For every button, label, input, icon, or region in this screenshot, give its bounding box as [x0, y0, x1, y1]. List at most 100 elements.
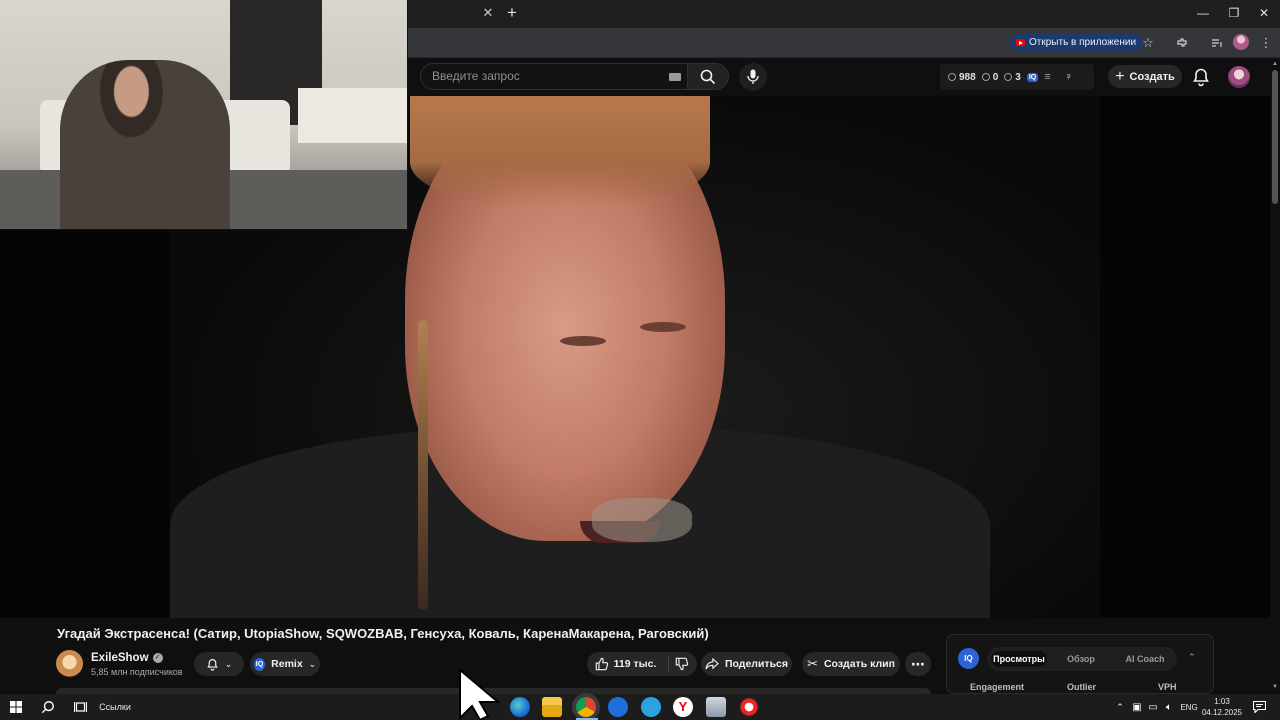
iq-badge[interactable]: IQ	[1026, 72, 1039, 82]
award-icon[interactable]: ♀	[1065, 71, 1073, 83]
windows-taskbar	[0, 694, 1280, 720]
likes-count: 0	[992, 71, 999, 83]
create-button[interactable]: + Создать	[1108, 65, 1182, 88]
account-avatar[interactable]	[1228, 66, 1250, 88]
thumbs-down-icon	[676, 657, 689, 671]
microphone-icon	[747, 69, 759, 84]
iq-remix-icon: IQ	[253, 657, 266, 671]
telegram-icon[interactable]	[641, 697, 661, 717]
tray-app-icon[interactable]: ▣	[1130, 697, 1144, 717]
create-clip-button[interactable]: ✂ Создать клип	[802, 652, 900, 676]
like-dislike-group: 119 тыс.	[587, 652, 697, 676]
windows-logo-icon	[10, 701, 22, 713]
task-view-button[interactable]	[70, 697, 90, 717]
video-person-eye-left	[560, 336, 606, 346]
column-outlier: Outlier	[1067, 682, 1097, 692]
voice-search-button[interactable]	[739, 63, 767, 91]
iq-logo-icon[interactable]: IQ	[958, 648, 979, 669]
chrome-icon[interactable]	[576, 697, 596, 717]
video-person-braid	[418, 320, 428, 610]
taskbar-search-button[interactable]	[38, 697, 58, 717]
tasks-icon[interactable]	[608, 697, 628, 717]
share-button[interactable]: Поделиться	[701, 652, 792, 676]
more-actions-icon: ⋯	[911, 655, 925, 672]
scroll-up-arrow-icon[interactable]: ▲	[1271, 61, 1279, 67]
create-clip-label: Создать клип	[823, 658, 895, 670]
channel-avatar[interactable]	[56, 650, 83, 677]
scrollbar-thumb[interactable]	[1272, 70, 1278, 204]
remix-button[interactable]: IQ Remix ⌄	[250, 652, 320, 676]
chrome-profile-avatar[interactable]	[1233, 34, 1249, 50]
search-input[interactable]	[432, 64, 652, 89]
webcam-overlay	[0, 0, 408, 230]
channel-name[interactable]: ExileShow	[91, 652, 149, 664]
tab-overview[interactable]: Обзор	[1055, 651, 1107, 667]
links-label: Ссылки	[99, 702, 131, 712]
media-control-icon[interactable]	[1208, 34, 1226, 52]
like-count: 119 тыс.	[613, 658, 657, 670]
app-icon-2[interactable]	[739, 697, 759, 717]
tab-views[interactable]: Просмотры	[991, 651, 1047, 667]
extensions-icon[interactable]	[1173, 34, 1191, 52]
thumbs-up-icon	[595, 657, 608, 671]
verified-icon: ✓	[152, 653, 163, 663]
channel-stats-widget[interactable]: 988 0 3 IQ ≡ ♀	[940, 64, 1094, 90]
comment-icon	[1004, 73, 1013, 81]
open-in-app-label: Открыть в приложении	[1029, 37, 1137, 48]
links-toolbar[interactable]: Ссылки	[98, 697, 132, 717]
close-window-button[interactable]: ✕	[1253, 4, 1275, 22]
channel-name-row[interactable]: ExileShow ✓	[91, 652, 163, 664]
restore-button[interactable]: ❐	[1223, 4, 1245, 22]
like-button[interactable]: 119 тыс.	[595, 657, 670, 671]
youtube-icon	[1016, 39, 1025, 46]
dislike-button[interactable]	[675, 657, 689, 671]
notifications-button[interactable]	[1250, 697, 1268, 717]
notifications-bell-icon[interactable]	[1191, 67, 1211, 87]
column-vph: VPH	[1158, 682, 1177, 692]
share-icon	[705, 658, 719, 670]
start-button[interactable]	[6, 697, 26, 717]
volume-icon[interactable]: 🔈︎	[1162, 697, 1176, 717]
subscriber-count: 5,85 млн подписчиков	[91, 667, 183, 677]
virtual-keyboard-icon[interactable]	[669, 73, 681, 81]
chevron-down-icon: ⌄	[224, 659, 233, 669]
video-title: Угадай Экстрасенса! (Сатир, UtopiaShow, …	[57, 626, 709, 641]
show-hidden-icons-chevron-icon[interactable]: ⌃	[1114, 697, 1126, 717]
tab-close-icon[interactable]: ✕	[480, 5, 496, 21]
column-engagement: Engagement	[970, 682, 1025, 692]
comments-stat: 3	[1004, 72, 1021, 83]
minimize-button[interactable]: —	[1192, 4, 1214, 22]
scroll-down-arrow-icon[interactable]: ▼	[1271, 684, 1279, 690]
file-explorer-icon[interactable]	[542, 697, 562, 717]
taskbar-clock[interactable]: 1:03 04.12.2025	[1196, 696, 1248, 718]
likes-stat: 0	[981, 71, 999, 83]
scissors-icon: ✂	[807, 656, 818, 671]
yandex-browser-icon[interactable]: Y	[673, 697, 693, 717]
network-icon[interactable]: ▭	[1146, 697, 1160, 717]
subscription-bell-button[interactable]: ⌄	[194, 652, 244, 676]
webcam-person	[60, 60, 230, 229]
chrome-menu-icon[interactable]: ⋮	[1257, 34, 1275, 52]
task-view-icon	[73, 702, 87, 712]
video-person-eye-right	[640, 322, 686, 332]
video-person-hair	[410, 96, 710, 206]
webcam-furniture	[298, 88, 407, 143]
views-count: 988	[959, 71, 976, 83]
tab-ai-coach[interactable]: AI Coach	[1115, 651, 1175, 667]
bookmark-star-icon[interactable]: ☆	[1139, 34, 1157, 52]
search-box[interactable]	[420, 63, 688, 90]
new-tab-button[interactable]: +	[503, 4, 521, 22]
list-icon[interactable]: ≡	[1044, 71, 1050, 83]
bell-icon	[206, 658, 218, 671]
search-button[interactable]	[688, 63, 729, 90]
eye-icon	[981, 73, 990, 81]
clock-time: 1:03	[1214, 697, 1230, 706]
edge-icon[interactable]	[510, 697, 530, 717]
analytics-tabs: Просмотры Обзор AI Coach	[987, 647, 1177, 671]
collapse-chevron-icon[interactable]: ⌃	[1188, 652, 1196, 663]
app-icon[interactable]	[706, 697, 726, 717]
open-in-app-button[interactable]: Открыть в приложении	[1010, 34, 1144, 51]
more-actions-button[interactable]: ⋯	[905, 652, 931, 676]
action-center-icon	[1252, 701, 1266, 713]
video-person-beard	[592, 498, 692, 542]
